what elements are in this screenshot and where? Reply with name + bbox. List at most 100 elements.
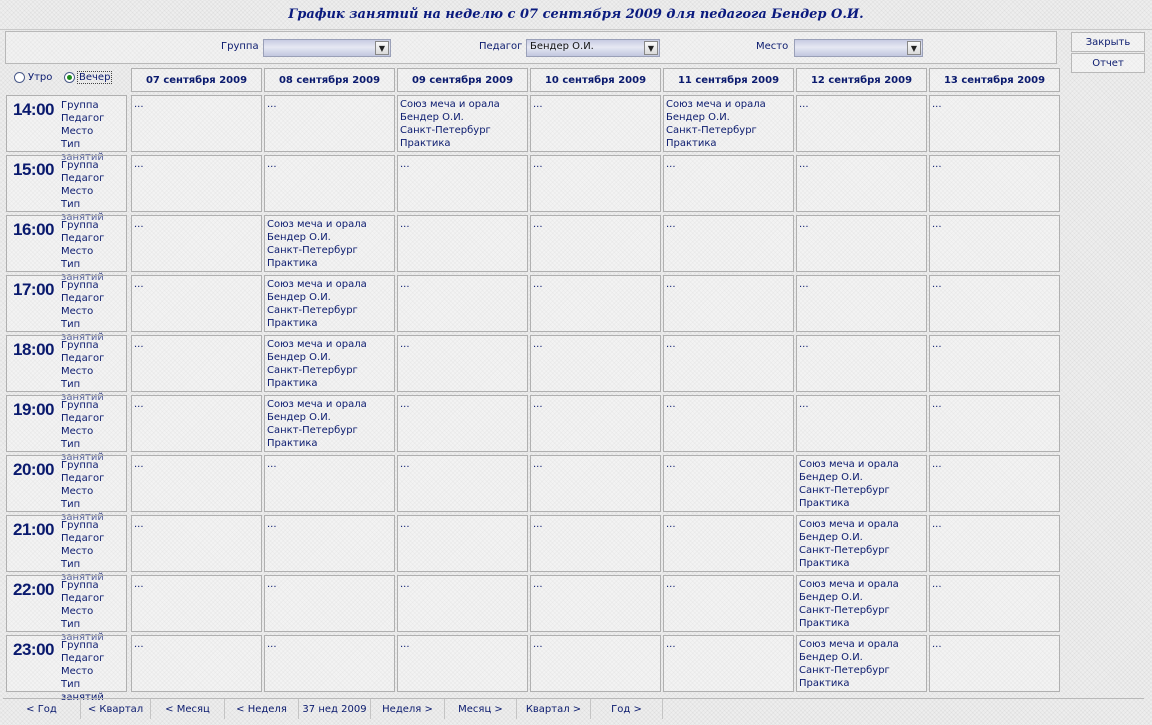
schedule-cell-empty[interactable]: ... [131, 95, 262, 152]
schedule-cell-empty[interactable]: ... [530, 455, 661, 512]
report-button[interactable]: Отчет [1071, 53, 1145, 73]
schedule-cell-lesson[interactable]: Союз меча и орала Бендер О.И. Санкт-Петерб… [264, 215, 395, 272]
schedule-cell-empty[interactable]: ... [796, 215, 927, 272]
schedule-cell-empty[interactable]: ... [397, 335, 528, 392]
schedule-cell-empty[interactable]: ... [397, 515, 528, 572]
chevron-down-icon[interactable]: ▼ [907, 41, 921, 55]
chevron-down-icon[interactable]: ▼ [644, 41, 658, 55]
schedule-cell-empty[interactable]: ... [929, 155, 1060, 212]
schedule-cell-empty[interactable]: ... [663, 635, 794, 692]
schedule-cell-empty[interactable]: ... [131, 575, 262, 632]
schedule-cell-empty[interactable]: ... [929, 275, 1060, 332]
schedule-cell-empty[interactable]: ... [929, 335, 1060, 392]
schedule-cell-empty[interactable]: ... [663, 215, 794, 272]
schedule-cell-empty[interactable]: ... [929, 455, 1060, 512]
schedule-cell-empty[interactable]: ... [663, 335, 794, 392]
schedule-cell-empty[interactable]: ... [796, 155, 927, 212]
schedule-cell-empty[interactable]: ... [397, 575, 528, 632]
schedule-cell-empty[interactable]: ... [264, 155, 395, 212]
schedule-cell-empty[interactable]: ... [131, 515, 262, 572]
next-year-button[interactable]: Год > [591, 699, 663, 719]
schedule-cell-empty[interactable]: ... [264, 635, 395, 692]
chevron-down-icon[interactable]: ▼ [375, 41, 389, 55]
schedule-cell-empty[interactable]: ... [929, 635, 1060, 692]
schedule-cell-empty[interactable]: ... [131, 455, 262, 512]
schedule-cell-lesson[interactable]: Союз меча и орала Бендер О.И. Санкт-Петерб… [796, 575, 927, 632]
schedule-cell-empty[interactable]: ... [796, 335, 927, 392]
schedule-cell-empty[interactable]: ... [929, 515, 1060, 572]
schedule-cell-empty[interactable]: ... [530, 515, 661, 572]
close-button[interactable]: Закрыть [1071, 32, 1145, 52]
schedule-cell-empty[interactable]: ... [264, 515, 395, 572]
morning-radio[interactable]: Утро [14, 72, 52, 83]
schedule-cell-lesson[interactable]: Союз меча и орала Бендер О.И. Санкт-Петерб… [397, 95, 528, 152]
lesson-line: Союз меча и орала [400, 99, 500, 110]
schedule-cell-empty[interactable]: ... [131, 635, 262, 692]
schedule-cell-empty[interactable]: ... [663, 575, 794, 632]
next-week-button[interactable]: Неделя > [371, 699, 445, 719]
schedule-cell-empty[interactable]: ... [397, 275, 528, 332]
slot-field-label: Педагог [61, 473, 105, 484]
time-slot: 16:00 Группа Педагог Место Тип занятий [6, 215, 127, 283]
schedule-cell-empty[interactable]: ... [397, 155, 528, 212]
schedule-cell-empty[interactable]: ... [397, 455, 528, 512]
schedule-cell-empty[interactable]: ... [530, 215, 661, 272]
schedule-cell-empty[interactable]: ... [264, 455, 395, 512]
schedule-cell-empty[interactable]: ... [929, 575, 1060, 632]
schedule-cell-empty[interactable]: ... [397, 635, 528, 692]
morning-radio-label[interactable]: Утро [28, 72, 52, 83]
schedule-cell-lesson[interactable]: Союз меча и орала Бендер О.И. Санкт-Петерб… [264, 275, 395, 332]
slot-field-label: Группа [61, 520, 99, 531]
schedule-cell-empty[interactable]: ... [131, 395, 262, 452]
schedule-cell-empty[interactable]: ... [264, 95, 395, 152]
schedule-cell-empty[interactable]: ... [131, 275, 262, 332]
group-filter-select[interactable]: ▼ [263, 39, 391, 57]
schedule-cell-lesson[interactable]: Союз меча и орала Бендер О.И. Санкт-Петерб… [796, 635, 927, 692]
schedule-cell-empty[interactable]: ... [530, 635, 661, 692]
schedule-cell-empty[interactable]: ... [663, 395, 794, 452]
schedule-cell-empty[interactable]: ... [530, 95, 661, 152]
schedule-cell-empty[interactable]: ... [530, 275, 661, 332]
schedule-cell-empty[interactable]: ... [530, 155, 661, 212]
schedule-cell-empty[interactable]: ... [663, 455, 794, 512]
evening-radio[interactable]: Вечер [64, 71, 113, 84]
prev-year-button[interactable]: < Год [3, 699, 81, 719]
schedule-cell-lesson[interactable]: Союз меча и орала Бендер О.И. Санкт-Петерб… [663, 95, 794, 152]
next-month-button[interactable]: Месяц > [445, 699, 517, 719]
schedule-cell-empty[interactable]: ... [929, 215, 1060, 272]
schedule-cell-empty[interactable]: ... [796, 395, 927, 452]
empty-slot-text: ... [134, 219, 144, 230]
schedule-cell-lesson[interactable]: Союз меча и орала Бендер О.И. Санкт-Петерб… [796, 515, 927, 572]
slot-field-label: Место [61, 486, 94, 497]
prev-month-button[interactable]: < Месяц [151, 699, 225, 719]
prev-quarter-button[interactable]: < Квартал [81, 699, 151, 719]
radio-icon[interactable] [64, 72, 75, 83]
place-filter-select[interactable]: ▼ [794, 39, 923, 57]
schedule-cell-empty[interactable]: ... [131, 215, 262, 272]
schedule-cell-empty[interactable]: ... [397, 395, 528, 452]
schedule-cell-empty[interactable]: ... [929, 95, 1060, 152]
schedule-cell-empty[interactable]: ... [663, 515, 794, 572]
schedule-cell-lesson[interactable]: Союз меча и орала Бендер О.И. Санкт-Петерб… [264, 335, 395, 392]
schedule-cell-empty[interactable]: ... [663, 275, 794, 332]
schedule-cell-empty[interactable]: ... [796, 275, 927, 332]
schedule-cell-empty[interactable]: ... [397, 215, 528, 272]
schedule-cell-empty[interactable]: ... [796, 95, 927, 152]
empty-slot-text: ... [400, 219, 410, 230]
schedule-cell-empty[interactable]: ... [663, 155, 794, 212]
radio-icon[interactable] [14, 72, 25, 83]
prev-week-button[interactable]: < Неделя [225, 699, 299, 719]
evening-radio-label[interactable]: Вечер [76, 71, 113, 84]
schedule-cell-empty[interactable]: ... [530, 395, 661, 452]
schedule-cell-empty[interactable]: ... [264, 575, 395, 632]
schedule-cell-empty[interactable]: ... [131, 335, 262, 392]
schedule-cell-lesson[interactable]: Союз меча и орала Бендер О.И. Санкт-Петерб… [796, 455, 927, 512]
lesson-line: Союз меча и орала [267, 399, 367, 410]
schedule-cell-empty[interactable]: ... [530, 335, 661, 392]
next-quarter-button[interactable]: Квартал > [517, 699, 591, 719]
teacher-filter-select[interactable]: Бендер О.И. ▼ [526, 39, 660, 57]
schedule-cell-empty[interactable]: ... [131, 155, 262, 212]
schedule-cell-empty[interactable]: ... [929, 395, 1060, 452]
schedule-cell-empty[interactable]: ... [530, 575, 661, 632]
schedule-cell-lesson[interactable]: Союз меча и орала Бендер О.И. Санкт-Петерб… [264, 395, 395, 452]
